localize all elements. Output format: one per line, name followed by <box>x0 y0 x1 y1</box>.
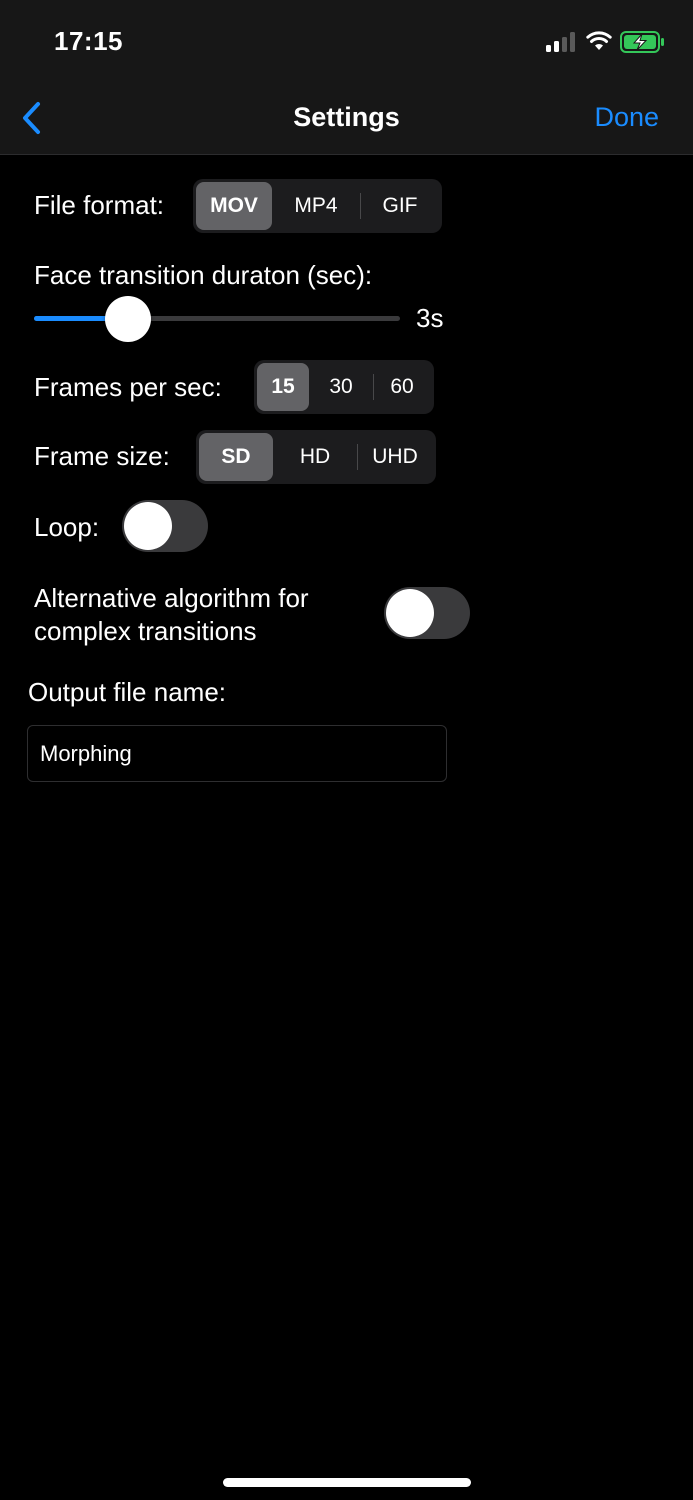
fps-option-15[interactable]: 15 <box>257 363 309 411</box>
frame-size-label: Frame size: <box>34 441 170 471</box>
frames-per-sec-label: Frames per sec: <box>34 372 222 402</box>
file-format-option-mov[interactable]: MOV <box>196 182 272 230</box>
alt-algorithm-label-line2: complex transitions <box>34 616 257 646</box>
page-title: Settings <box>293 102 400 132</box>
face-transition-slider-thumb[interactable] <box>104 296 151 342</box>
navigation-bar: Settings Done <box>0 80 693 155</box>
frame-size-option-hd[interactable]: HD <box>273 433 357 481</box>
loop-toggle[interactable] <box>122 500 208 552</box>
frame-size-option-uhd[interactable]: UHD <box>358 433 432 481</box>
output-file-name-input[interactable] <box>27 725 447 782</box>
toggle-knob <box>124 502 172 550</box>
status-time: 17:15 <box>54 26 123 56</box>
status-bar: 17:15 <box>0 0 693 80</box>
fps-option-30[interactable]: 30 <box>309 363 373 411</box>
wifi-icon <box>586 31 612 50</box>
home-indicator <box>223 1478 471 1487</box>
alt-algorithm-label-line1: Alternative algorithm for <box>34 583 309 613</box>
cellular-signal-icon <box>546 32 578 52</box>
face-transition-value: 3s <box>416 303 444 333</box>
file-format-segmented-control: MOV MP4 GIF <box>193 179 442 233</box>
fps-option-60[interactable]: 60 <box>374 363 430 411</box>
done-button[interactable]: Done <box>594 102 659 133</box>
alt-algorithm-toggle[interactable] <box>384 587 470 639</box>
face-transition-slider-track[interactable] <box>34 316 400 321</box>
alt-algorithm-label: Alternative algorithm for complex transi… <box>34 582 309 648</box>
frame-size-option-sd[interactable]: SD <box>199 433 273 481</box>
output-file-name-label: Output file name: <box>28 677 226 707</box>
toggle-knob <box>386 589 434 637</box>
face-transition-label: Face transition duraton (sec): <box>34 260 373 290</box>
file-format-option-mp4[interactable]: MP4 <box>272 182 360 230</box>
file-format-option-gif[interactable]: GIF <box>361 182 439 230</box>
frames-per-sec-segmented-control: 15 30 60 <box>254 360 434 414</box>
frame-size-segmented-control: SD HD UHD <box>196 430 436 484</box>
battery-charging-icon <box>620 31 664 53</box>
loop-label: Loop: <box>34 512 100 542</box>
file-format-label: File format: <box>34 190 165 220</box>
